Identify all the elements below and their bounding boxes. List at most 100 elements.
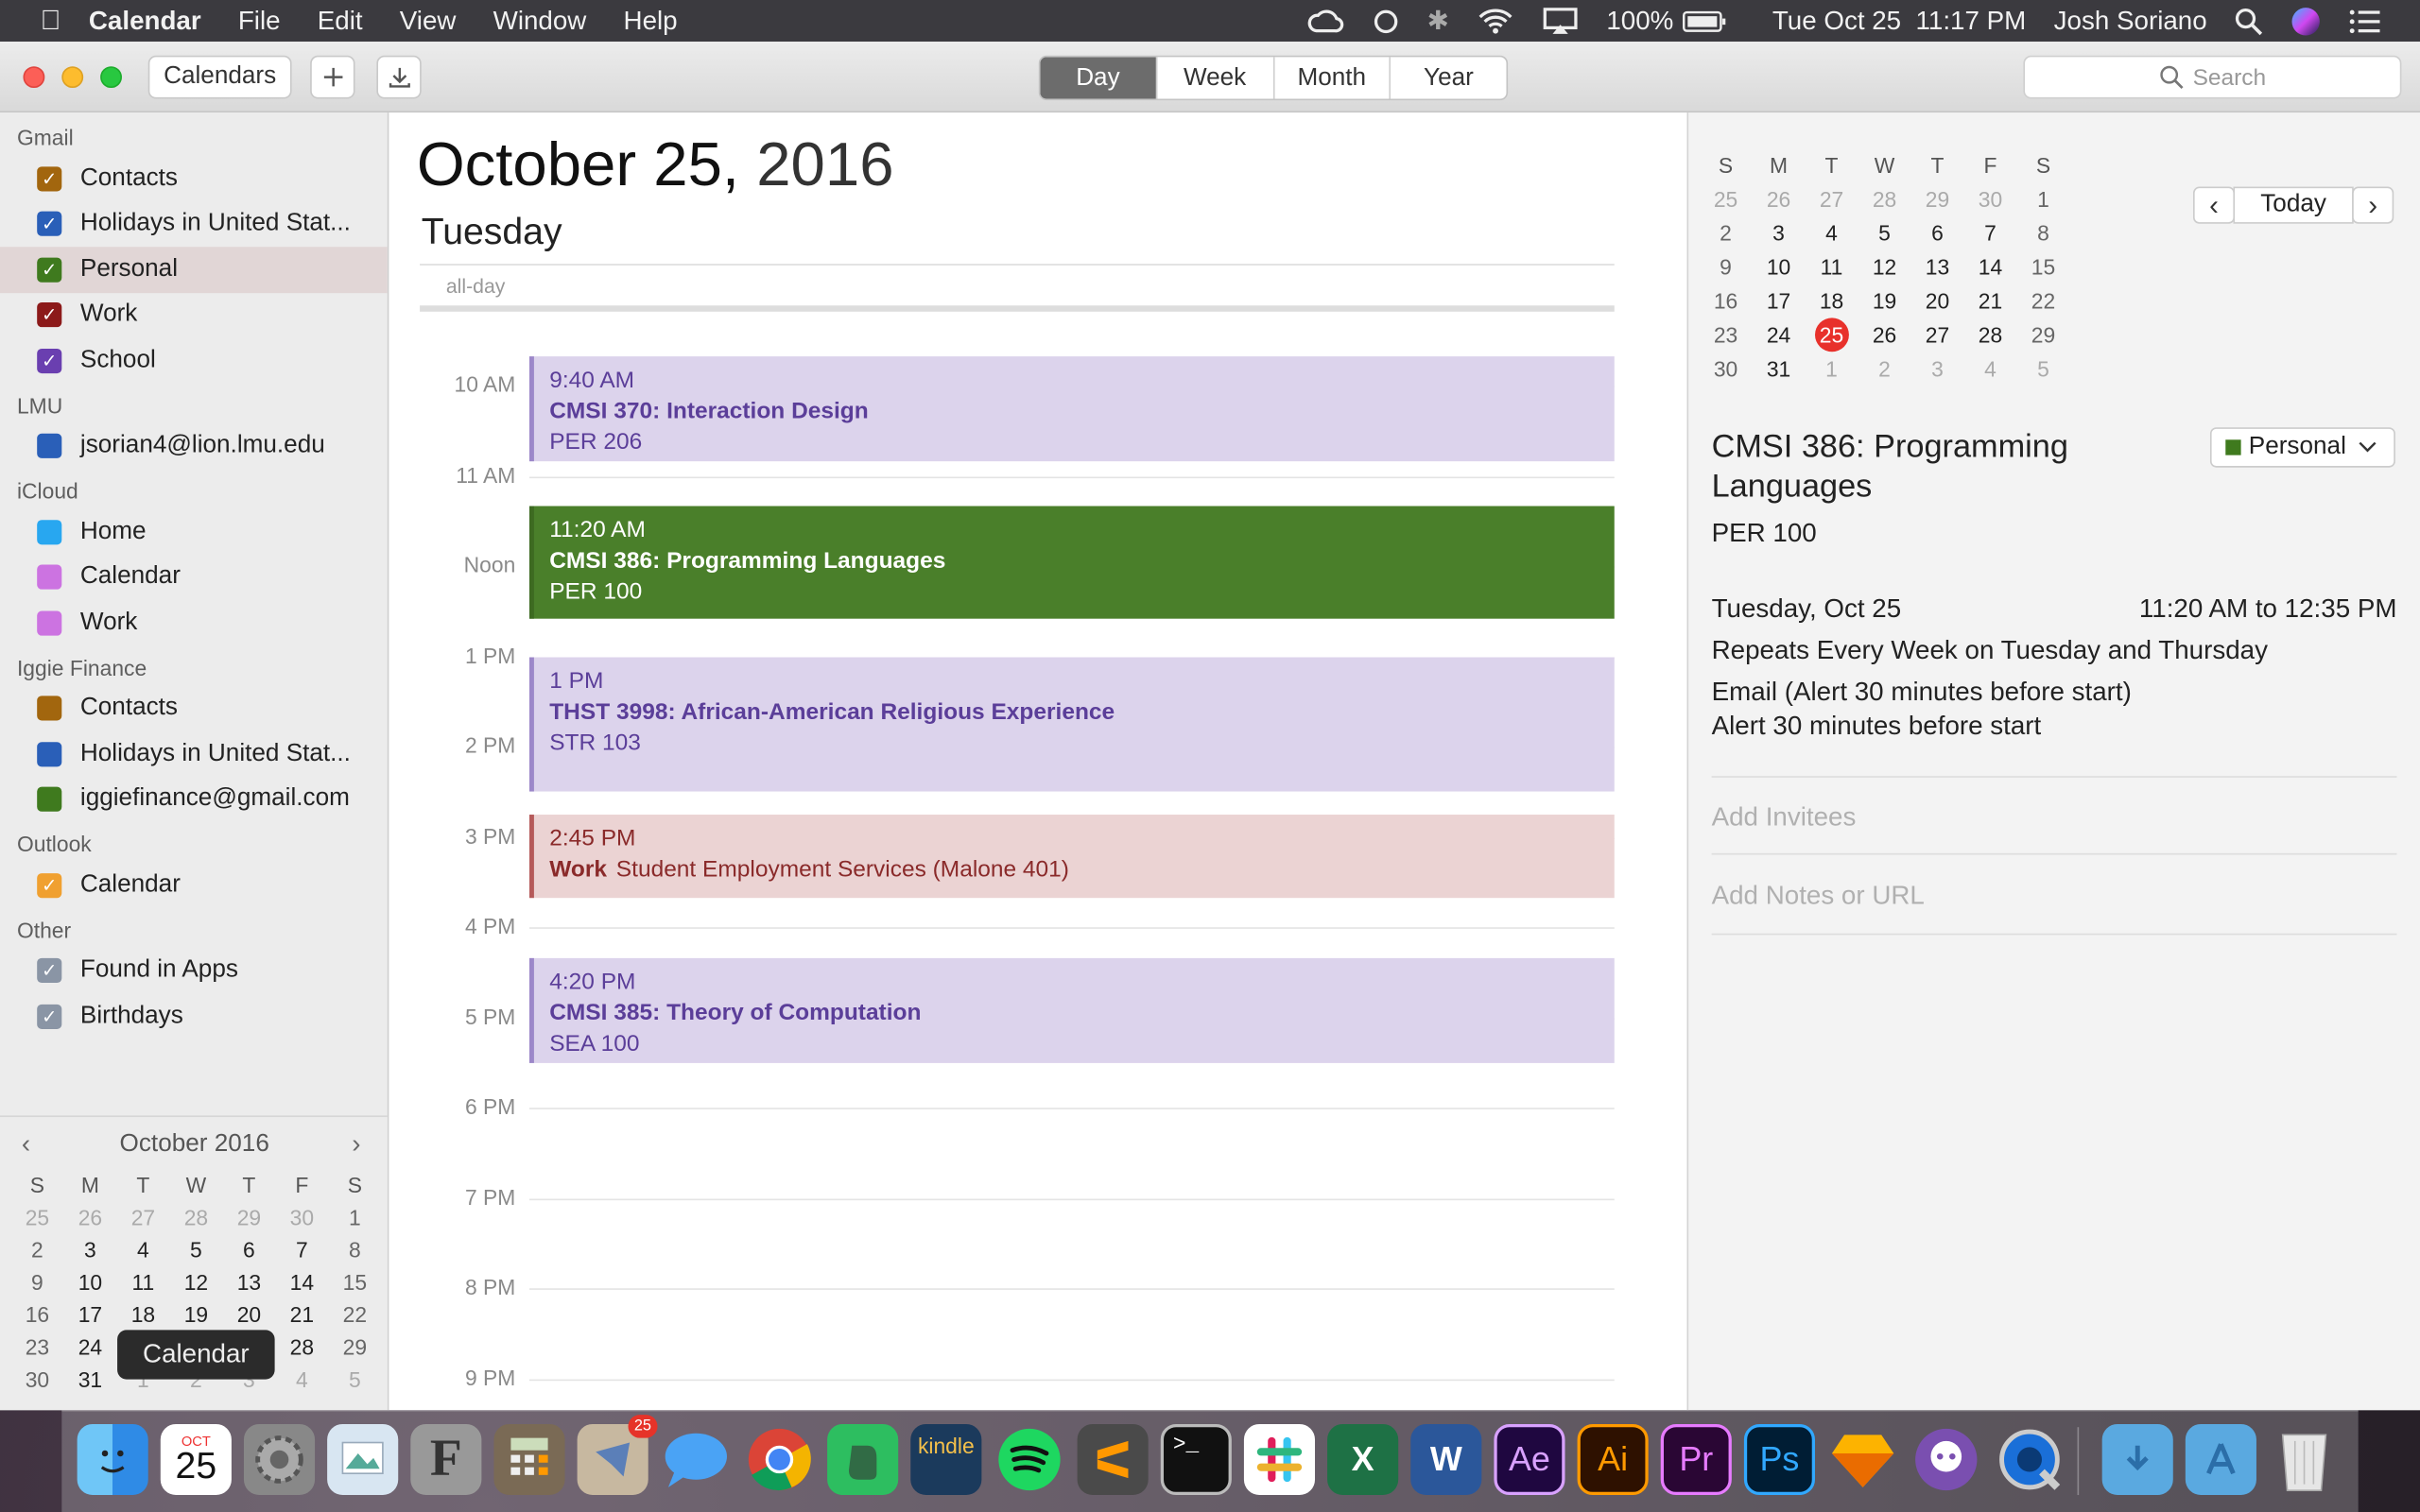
event-title[interactable]: CMSI 386: Programming Languages bbox=[1712, 427, 2159, 507]
calendar-checkbox[interactable]: ✓ bbox=[37, 958, 62, 984]
day-cell[interactable]: 2 bbox=[10, 1234, 63, 1266]
applications-folder-icon[interactable] bbox=[2185, 1423, 2256, 1496]
menu-view[interactable]: View bbox=[400, 6, 457, 37]
add-event-button[interactable] bbox=[310, 55, 355, 99]
day-cell[interactable]: 15 bbox=[328, 1266, 381, 1298]
day-cell[interactable]: 26 bbox=[63, 1202, 116, 1234]
finder-icon[interactable] bbox=[77, 1423, 148, 1496]
day-cell[interactable]: 3 bbox=[63, 1234, 116, 1266]
day-cell[interactable]: 27 bbox=[1806, 182, 1858, 216]
calculator-icon[interactable] bbox=[493, 1423, 565, 1496]
day-cell[interactable]: 9 bbox=[10, 1266, 63, 1298]
day-cell[interactable]: 30 bbox=[1700, 352, 1753, 386]
day-cell[interactable]: 14 bbox=[1964, 249, 2017, 284]
day-cell[interactable]: 7 bbox=[275, 1234, 328, 1266]
next-month-icon[interactable]: › bbox=[352, 1129, 360, 1160]
sidebar-calendar-item[interactable]: ✓ Holidays in United Stat... bbox=[0, 201, 388, 247]
search-field[interactable]: Search bbox=[2023, 55, 2402, 99]
day-cell[interactable]: 5 bbox=[169, 1234, 222, 1266]
day-cell[interactable]: 29 bbox=[222, 1202, 275, 1234]
day-cell[interactable]: 17 bbox=[1753, 284, 1806, 318]
day-cell[interactable]: 20 bbox=[222, 1299, 275, 1332]
day-cell[interactable]: 20 bbox=[1911, 284, 1964, 318]
sidebar-calendar-item[interactable]: ✓ Personal bbox=[0, 247, 388, 293]
day-cell[interactable]: 31 bbox=[1753, 352, 1806, 386]
day-cell[interactable]: 10 bbox=[1753, 249, 1806, 284]
premiere-icon[interactable]: Pr bbox=[1660, 1423, 1732, 1496]
sidebar-calendar-item[interactable]: ✓ Found in Apps bbox=[0, 948, 388, 993]
sublime-text-icon[interactable] bbox=[1077, 1423, 1149, 1496]
calendar-event[interactable]: 2:45 PM Work Student Employment Services (… bbox=[529, 814, 1615, 898]
day-cell[interactable]: 28 bbox=[1964, 318, 2017, 352]
day-cell[interactable]: 27 bbox=[1911, 318, 1964, 352]
day-cell[interactable]: 4 bbox=[1964, 352, 2017, 386]
day-cell[interactable]: 1 bbox=[1806, 352, 1858, 386]
day-cell[interactable]: 27 bbox=[116, 1202, 169, 1234]
calendar-color-swatch[interactable] bbox=[37, 519, 62, 544]
zoom-button[interactable] bbox=[100, 66, 122, 89]
sidebar-calendar-item[interactable]: Work bbox=[0, 600, 388, 645]
tab-year[interactable]: Year bbox=[1389, 57, 1507, 99]
calendar-app-icon[interactable]: OCT 25 bbox=[160, 1423, 232, 1496]
excel-icon[interactable]: X bbox=[1327, 1423, 1399, 1496]
photoshop-icon[interactable]: Ps bbox=[1743, 1423, 1816, 1496]
trash-icon[interactable] bbox=[2269, 1424, 2340, 1495]
day-cell[interactable]: 5 bbox=[2017, 352, 2070, 386]
calendar-checkbox[interactable]: ✓ bbox=[37, 348, 62, 373]
day-cell[interactable]: 31 bbox=[63, 1364, 116, 1396]
day-cell[interactable]: 26 bbox=[1858, 318, 1911, 352]
event-location[interactable]: PER 100 bbox=[1712, 519, 1817, 550]
day-cell[interactable]: 8 bbox=[2017, 216, 2070, 250]
day-cell[interactable]: 25 bbox=[1700, 182, 1753, 216]
sidebar-calendar-item[interactable]: jsorian4@lion.lmu.edu bbox=[0, 423, 388, 469]
menu-edit[interactable]: Edit bbox=[318, 6, 363, 37]
day-cell[interactable]: 15 bbox=[2017, 249, 2070, 284]
day-cell[interactable]: 28 bbox=[1858, 182, 1911, 216]
evernote-icon[interactable] bbox=[827, 1423, 899, 1496]
tab-month[interactable]: Month bbox=[1272, 57, 1390, 99]
siri-icon[interactable] bbox=[2290, 6, 2322, 37]
day-cell[interactable]: 25 bbox=[10, 1202, 63, 1234]
calendar-checkbox[interactable]: ✓ bbox=[37, 872, 62, 898]
quicktime-icon[interactable] bbox=[1994, 1424, 2065, 1495]
after-effects-icon[interactable]: Ae bbox=[1494, 1423, 1565, 1496]
day-cell[interactable]: 9 bbox=[1700, 249, 1753, 284]
system-preferences-icon[interactable] bbox=[243, 1423, 316, 1496]
sidebar-calendar-item[interactable]: ✓ Work bbox=[0, 292, 388, 337]
day-cell[interactable]: 30 bbox=[275, 1202, 328, 1234]
menu-file[interactable]: File bbox=[238, 6, 281, 37]
kindle-icon[interactable]: kindle bbox=[910, 1423, 982, 1496]
day-cell[interactable]: 13 bbox=[222, 1266, 275, 1298]
day-cell[interactable]: 28 bbox=[275, 1332, 328, 1364]
day-cell[interactable]: 2 bbox=[1858, 352, 1911, 386]
creative-cloud-icon[interactable] bbox=[1306, 9, 1343, 33]
day-cell[interactable]: 4 bbox=[116, 1234, 169, 1266]
event-time-range[interactable]: 11:20 AM to 12:35 PM bbox=[2139, 594, 2397, 626]
sidebar-calendar-item[interactable]: Holidays in United Stat... bbox=[0, 731, 388, 777]
today-button[interactable]: Today bbox=[2233, 186, 2354, 224]
calendar-checkbox[interactable]: ✓ bbox=[37, 165, 62, 192]
menu-window[interactable]: Window bbox=[493, 6, 587, 37]
sidebar-calendar-item[interactable]: Calendar bbox=[0, 555, 388, 600]
chrome-icon[interactable] bbox=[744, 1424, 815, 1495]
day-cell[interactable]: 21 bbox=[1964, 284, 2017, 318]
day-cell[interactable]: 25 bbox=[1806, 318, 1858, 352]
add-notes-field[interactable]: Add Notes or URL bbox=[1712, 881, 1925, 912]
day-cell[interactable]: 29 bbox=[328, 1332, 381, 1364]
day-cell[interactable]: 16 bbox=[10, 1299, 63, 1332]
word-icon[interactable]: W bbox=[1410, 1423, 1482, 1496]
spotlight-icon[interactable] bbox=[2235, 7, 2263, 35]
minimize-button[interactable] bbox=[61, 66, 84, 89]
menu-help[interactable]: Help bbox=[624, 6, 678, 37]
day-cell[interactable]: 3 bbox=[1911, 352, 1964, 386]
calendar-color-swatch[interactable] bbox=[37, 434, 62, 459]
calendar-select[interactable]: Personal bbox=[2209, 427, 2395, 468]
add-invitees-field[interactable]: Add Invitees bbox=[1712, 802, 1857, 833]
calendar-color-swatch[interactable] bbox=[37, 564, 62, 591]
calendar-event[interactable]: 11:20 AM CMSI 386: Programming Languages P… bbox=[529, 506, 1615, 619]
illustrator-icon[interactable]: Ai bbox=[1577, 1423, 1649, 1496]
day-cell[interactable]: 11 bbox=[116, 1266, 169, 1298]
apple-icon[interactable]:  bbox=[40, 5, 60, 37]
day-cell[interactable]: 18 bbox=[1806, 284, 1858, 318]
event-date[interactable]: Tuesday, Oct 25 bbox=[1712, 594, 1902, 626]
